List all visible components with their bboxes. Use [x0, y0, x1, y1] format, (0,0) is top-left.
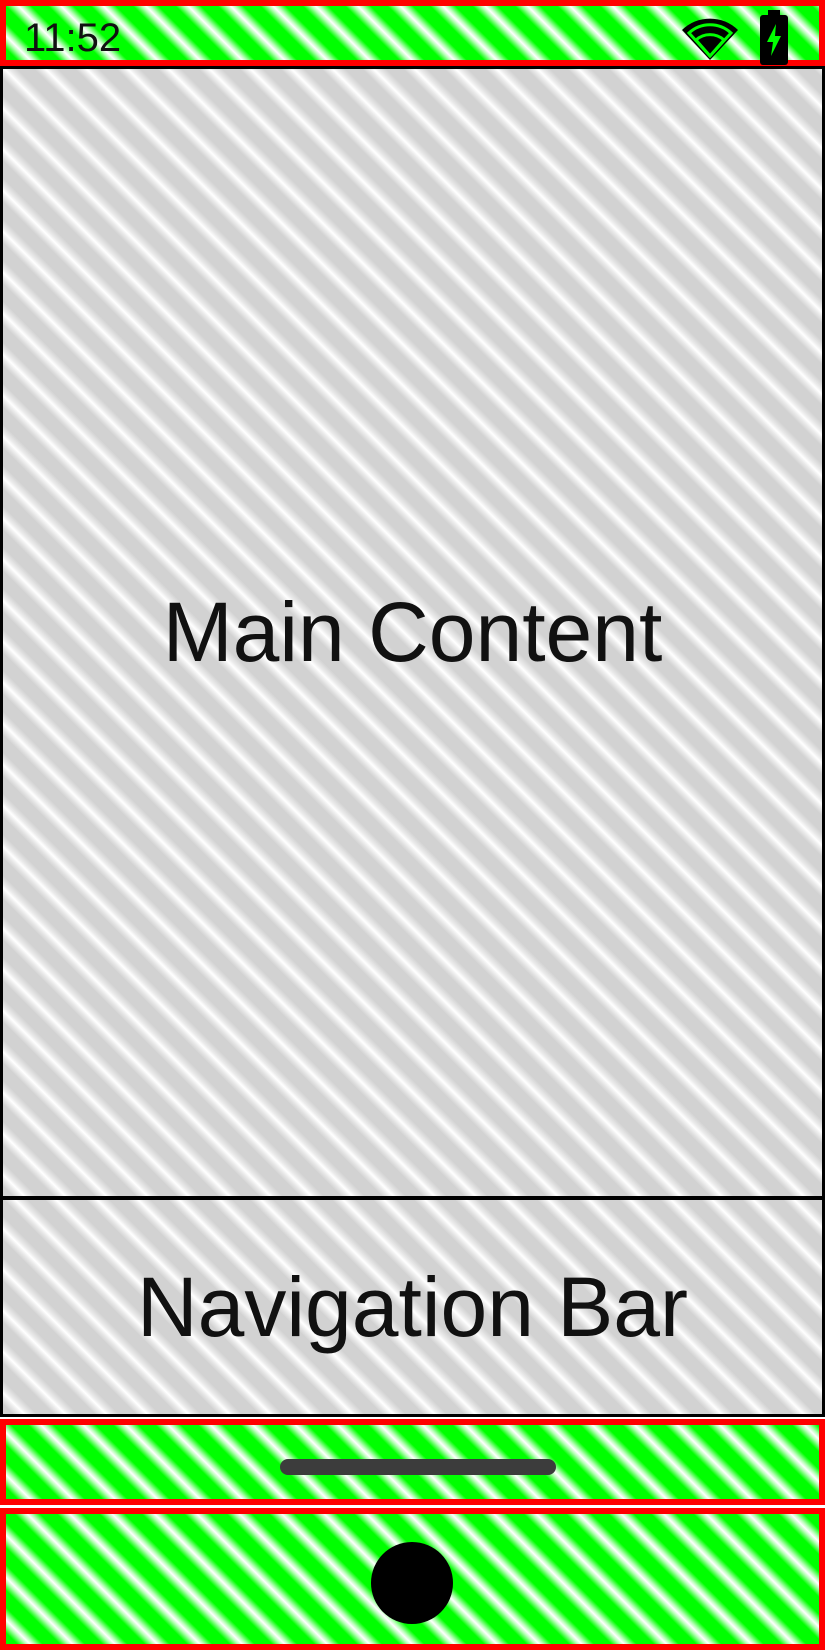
battery-charging-icon: [760, 10, 788, 65]
status-bar: 11:52: [0, 0, 825, 66]
status-time: 11:52: [24, 16, 122, 60]
main-content[interactable]: Main Content: [0, 66, 825, 1199]
navigation-bar[interactable]: Navigation Bar: [0, 1197, 825, 1417]
bottom-system-area: [0, 1508, 825, 1650]
wifi-icon: [682, 18, 738, 61]
home-dot-icon[interactable]: [371, 1542, 453, 1624]
gesture-handle[interactable]: [280, 1459, 556, 1475]
navigation-bar-label: Navigation Bar: [137, 1259, 688, 1354]
gesture-navigation-area[interactable]: [0, 1419, 825, 1505]
main-content-label: Main Content: [162, 585, 663, 679]
phone-screen: 11:52 Main Content Navigation Bar: [0, 0, 825, 1650]
